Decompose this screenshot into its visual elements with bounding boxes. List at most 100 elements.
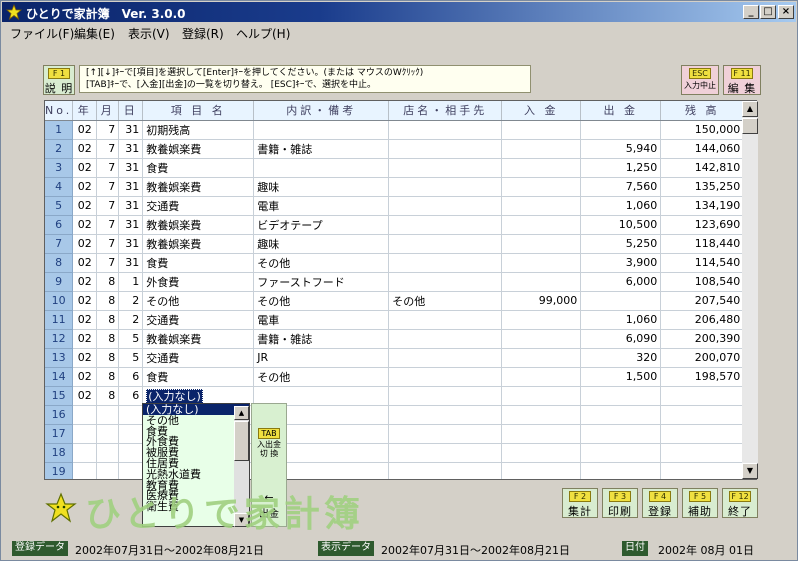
year-cell[interactable] bbox=[72, 443, 98, 463]
detail-cell[interactable]: 趣味 bbox=[253, 234, 390, 254]
menu-file[interactable]: ファイル(F) bbox=[10, 25, 74, 42]
table-row[interactable]: 14 02 8 6 食費 その他 1,500 198,570 bbox=[45, 367, 745, 387]
month-cell[interactable]: 8 bbox=[96, 310, 120, 330]
close-button[interactable]: × bbox=[778, 5, 794, 19]
balance-cell[interactable]: 198,570 bbox=[660, 367, 745, 387]
expense-cell[interactable]: 5,940 bbox=[580, 139, 662, 159]
year-cell[interactable]: 02 bbox=[72, 272, 98, 292]
income-cell[interactable] bbox=[501, 443, 582, 463]
day-cell[interactable]: 2 bbox=[118, 291, 144, 311]
shop-cell[interactable]: その他 bbox=[388, 291, 503, 311]
month-cell[interactable]: 7 bbox=[96, 234, 120, 254]
title-bar[interactable]: ひとりで家計簿 Ver. 3.0.0 _ □ × bbox=[2, 2, 796, 22]
table-row[interactable]: 7 02 7 31 教養娯楽費 趣味 5,250 118,440 bbox=[45, 234, 745, 254]
item-cell[interactable]: その他 bbox=[142, 291, 255, 311]
f4-register-button[interactable]: F 4 登録 bbox=[642, 488, 678, 518]
month-cell[interactable]: 8 bbox=[96, 291, 120, 311]
income-cell[interactable] bbox=[501, 177, 582, 197]
income-cell[interactable] bbox=[501, 139, 582, 159]
month-cell[interactable]: 7 bbox=[96, 139, 120, 159]
balance-cell[interactable]: 144,060 bbox=[660, 139, 745, 159]
table-row[interactable]: 3 02 7 31 食費 1,250 142,810 bbox=[45, 158, 745, 178]
day-cell[interactable] bbox=[118, 443, 144, 463]
detail-cell[interactable]: ビデオテープ bbox=[253, 215, 390, 235]
f1-help-button[interactable]: F 1 説 明 bbox=[43, 65, 75, 95]
day-cell[interactable]: 31 bbox=[118, 196, 144, 216]
f5-assist-button[interactable]: F 5 補助 bbox=[682, 488, 718, 518]
shop-cell[interactable] bbox=[388, 253, 503, 273]
expense-cell[interactable]: 7,560 bbox=[580, 177, 662, 197]
item-cell[interactable]: 教養娯楽費 bbox=[142, 329, 255, 349]
balance-cell[interactable]: 135,250 bbox=[660, 177, 745, 197]
year-cell[interactable]: 02 bbox=[72, 291, 98, 311]
detail-cell[interactable] bbox=[253, 120, 390, 140]
expense-cell[interactable] bbox=[580, 291, 662, 311]
table-row[interactable]: 2 02 7 31 教養娯楽費 書籍・雑誌 5,940 144,060 bbox=[45, 139, 745, 159]
day-cell[interactable] bbox=[118, 462, 144, 479]
shop-cell[interactable] bbox=[388, 310, 503, 330]
month-cell[interactable]: 7 bbox=[96, 215, 120, 235]
expense-cell[interactable] bbox=[580, 405, 662, 425]
month-cell[interactable]: 8 bbox=[96, 386, 120, 406]
expense-cell[interactable]: 1,500 bbox=[580, 367, 662, 387]
year-cell[interactable]: 02 bbox=[72, 348, 98, 368]
year-cell[interactable]: 02 bbox=[72, 329, 98, 349]
esc-cancel-button[interactable]: ESC 入力中止 bbox=[681, 65, 719, 95]
income-cell[interactable] bbox=[501, 348, 582, 368]
item-cell[interactable]: 交通費 bbox=[142, 348, 255, 368]
income-cell[interactable] bbox=[501, 234, 582, 254]
menu-view[interactable]: 表示(V) bbox=[128, 25, 170, 42]
balance-cell[interactable] bbox=[660, 424, 745, 444]
item-cell[interactable]: 交通費 bbox=[142, 310, 255, 330]
shop-cell[interactable] bbox=[388, 120, 503, 140]
shop-cell[interactable] bbox=[388, 405, 503, 425]
expense-cell[interactable] bbox=[580, 443, 662, 463]
day-cell[interactable]: 1 bbox=[118, 272, 144, 292]
year-cell[interactable] bbox=[72, 424, 98, 444]
menu-help[interactable]: ヘルプ(H) bbox=[236, 25, 290, 42]
menu-edit[interactable]: 編集(E) bbox=[74, 25, 115, 42]
shop-cell[interactable] bbox=[388, 272, 503, 292]
detail-cell[interactable]: その他 bbox=[253, 253, 390, 273]
day-cell[interactable]: 31 bbox=[118, 120, 144, 140]
year-cell[interactable]: 02 bbox=[72, 386, 98, 406]
expense-cell[interactable]: 3,900 bbox=[580, 253, 662, 273]
shop-cell[interactable] bbox=[388, 348, 503, 368]
scroll-up-arrow-icon[interactable]: ▲ bbox=[742, 101, 758, 117]
item-cell[interactable]: 外食費 bbox=[142, 272, 255, 292]
detail-cell[interactable]: ファーストフード bbox=[253, 272, 390, 292]
expense-cell[interactable] bbox=[580, 386, 662, 406]
income-cell[interactable] bbox=[501, 158, 582, 178]
year-cell[interactable]: 02 bbox=[72, 253, 98, 273]
shop-cell[interactable] bbox=[388, 462, 503, 479]
income-cell[interactable] bbox=[501, 424, 582, 444]
year-cell[interactable]: 02 bbox=[72, 120, 98, 140]
table-row[interactable]: 8 02 7 31 食費 その他 3,900 114,540 bbox=[45, 253, 745, 273]
item-cell[interactable]: 交通費 bbox=[142, 196, 255, 216]
detail-cell[interactable]: 趣味 bbox=[253, 177, 390, 197]
balance-cell[interactable]: 118,440 bbox=[660, 234, 745, 254]
shop-cell[interactable] bbox=[388, 443, 503, 463]
month-cell[interactable]: 7 bbox=[96, 120, 120, 140]
menu-register[interactable]: 登録(R) bbox=[182, 25, 224, 42]
month-cell[interactable]: 8 bbox=[96, 329, 120, 349]
year-cell[interactable] bbox=[72, 405, 98, 425]
detail-cell[interactable]: 電車 bbox=[253, 196, 390, 216]
income-cell[interactable] bbox=[501, 386, 582, 406]
balance-cell[interactable] bbox=[660, 462, 745, 479]
expense-cell[interactable]: 6,090 bbox=[580, 329, 662, 349]
table-row[interactable]: 6 02 7 31 教養娯楽費 ビデオテープ 10,500 123,690 bbox=[45, 215, 745, 235]
table-scrollbar[interactable]: ▲ ▼ bbox=[742, 101, 758, 479]
income-cell[interactable] bbox=[501, 462, 582, 479]
expense-cell[interactable]: 10,500 bbox=[580, 215, 662, 235]
balance-cell[interactable]: 134,190 bbox=[660, 196, 745, 216]
balance-cell[interactable]: 123,690 bbox=[660, 215, 745, 235]
item-cell[interactable]: 教養娯楽費 bbox=[142, 234, 255, 254]
day-cell[interactable]: 31 bbox=[118, 158, 144, 178]
income-cell[interactable] bbox=[501, 120, 582, 140]
month-cell[interactable]: 8 bbox=[96, 348, 120, 368]
month-cell[interactable] bbox=[96, 405, 120, 425]
year-cell[interactable] bbox=[72, 462, 98, 479]
month-cell[interactable]: 7 bbox=[96, 196, 120, 216]
expense-cell[interactable]: 1,060 bbox=[580, 310, 662, 330]
